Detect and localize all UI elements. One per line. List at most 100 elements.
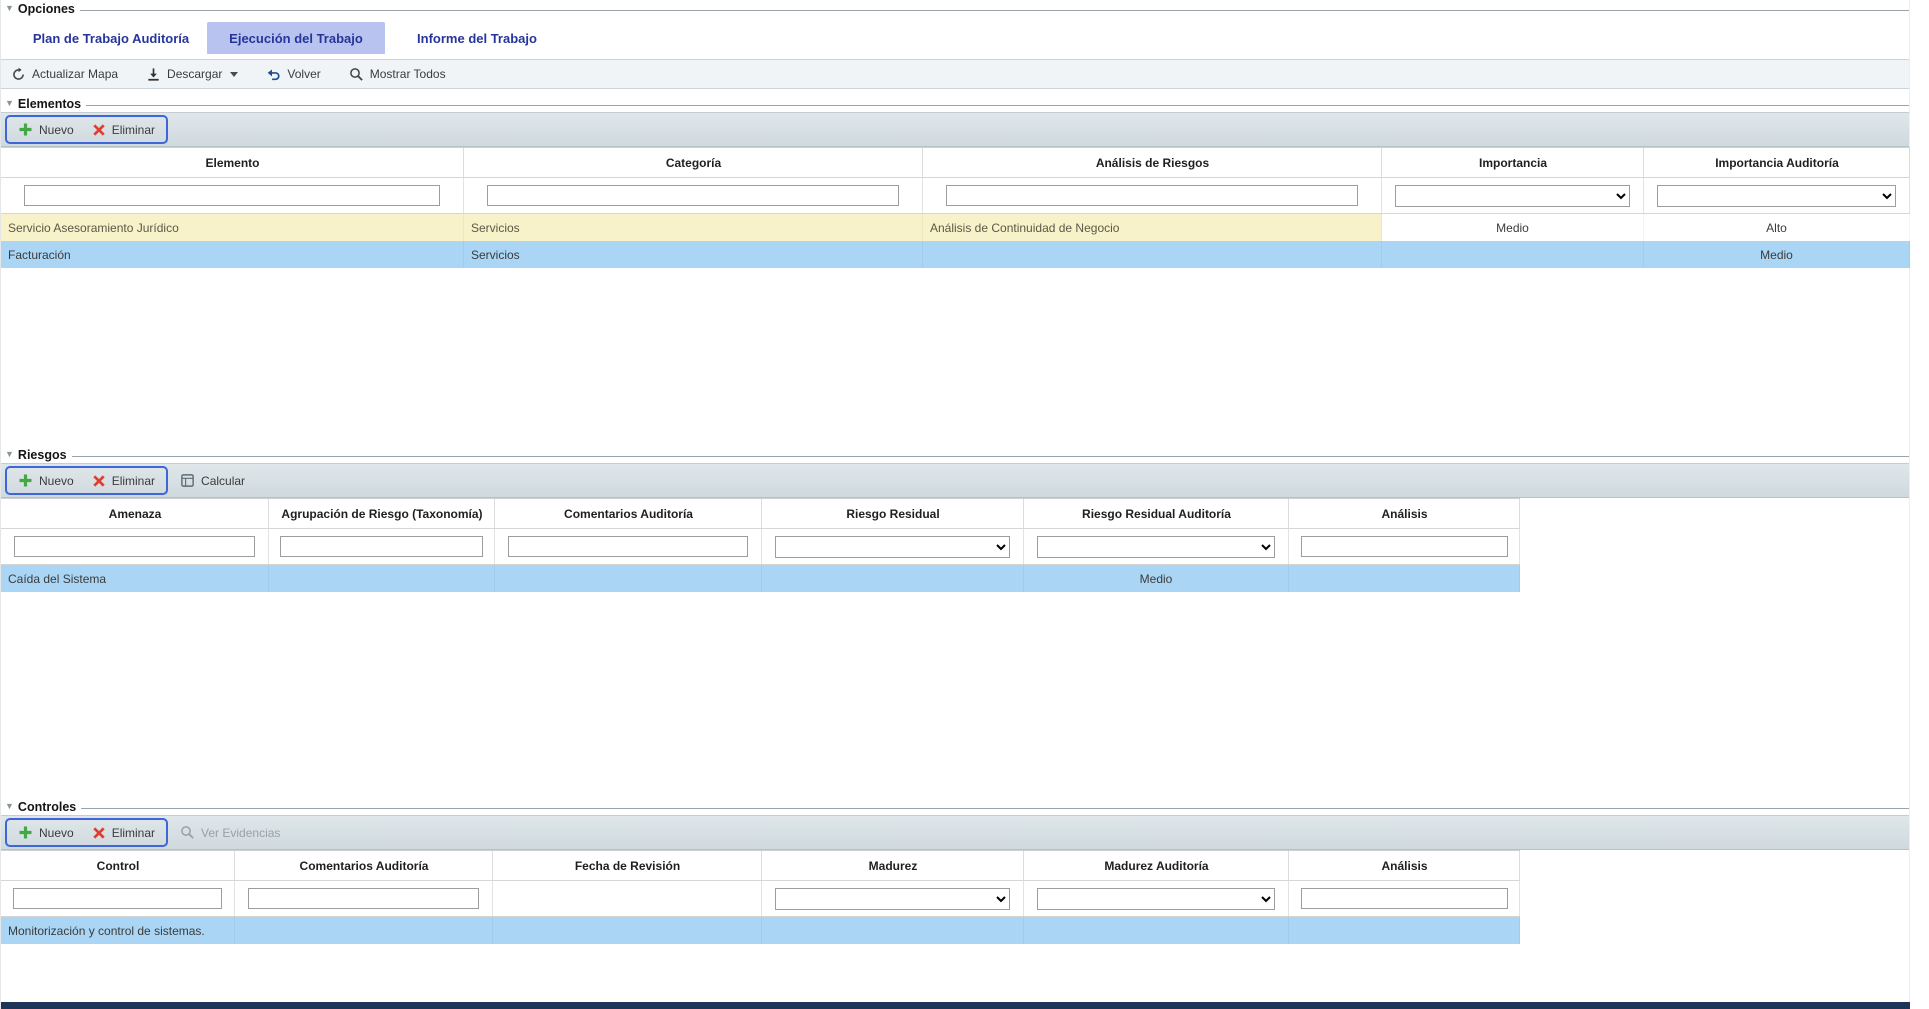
filter-amenaza-input[interactable]	[14, 536, 254, 557]
controles-section: ▼ Controles Nuevo Eliminar Ver Evidencia…	[1, 798, 1909, 986]
plus-icon	[18, 473, 33, 488]
actualizar-mapa-button[interactable]: Actualizar Mapa	[11, 67, 118, 82]
filter-importancia-select[interactable]	[1395, 185, 1630, 207]
column-header[interactable]: Análisis	[1289, 499, 1520, 528]
column-header[interactable]: Comentarios Auditoría	[235, 851, 493, 880]
filter-analisis-input[interactable]	[1301, 888, 1508, 909]
column-header[interactable]: Fecha de Revisión	[493, 851, 762, 880]
mostrar-todos-button[interactable]: Mostrar Todos	[349, 67, 446, 82]
riesgos-divider	[72, 456, 1909, 457]
cell-categoria[interactable]: Servicios	[464, 241, 923, 268]
elementos-table-header: Elemento Categoría Análisis de Riesgos I…	[1, 147, 1910, 178]
riesgos-section: ▼ Riesgos Nuevo Eliminar Calcular Ame	[1, 446, 1909, 798]
cell-madurez[interactable]	[762, 917, 1024, 944]
elementos-collapse-icon[interactable]: ▼	[5, 99, 14, 108]
cell-comentarios[interactable]	[235, 917, 493, 944]
cell-analisis-riesgos[interactable]: Análisis de Continuidad de Negocio	[923, 214, 1382, 241]
filter-analisis-riesgos-input[interactable]	[946, 185, 1358, 206]
filter-comentarios-auditoria-input[interactable]	[248, 888, 479, 909]
filter-agrupacion-input[interactable]	[280, 536, 483, 557]
filter-elemento-input[interactable]	[24, 185, 440, 206]
column-header[interactable]: Amenaza	[1, 499, 269, 528]
cell-elemento[interactable]: Facturación	[1, 241, 464, 268]
descargar-button[interactable]: Descargar	[146, 67, 238, 82]
column-header[interactable]: Madurez	[762, 851, 1024, 880]
cell-importancia[interactable]	[1382, 241, 1644, 268]
controles-table-row[interactable]: Monitorización y control de sistemas.	[1, 917, 1520, 944]
column-header[interactable]: Categoría	[464, 148, 923, 177]
filter-madurez-auditoria-select[interactable]	[1037, 888, 1275, 910]
controles-action-group: Nuevo Eliminar	[5, 818, 168, 847]
cell-madurez-auditoria[interactable]	[1024, 917, 1289, 944]
controles-collapse-icon[interactable]: ▼	[5, 802, 14, 811]
undo-icon	[266, 67, 281, 82]
tab-informe-del-trabajo[interactable]: Informe del Trabajo	[388, 22, 566, 54]
opciones-collapse-icon[interactable]: ▼	[5, 4, 14, 13]
riesgos-table-row[interactable]: Caída del Sistema Medio	[1, 565, 1520, 592]
calcular-label: Calcular	[201, 474, 245, 488]
controles-empty-area	[1, 944, 1909, 986]
main-toolbar: Actualizar Mapa Descargar Volver Mostrar…	[1, 59, 1909, 89]
cell-importancia-auditoria[interactable]: Alto	[1644, 214, 1910, 241]
cell-control[interactable]: Monitorización y control de sistemas.	[1, 917, 235, 944]
filter-importancia-auditoria-select[interactable]	[1657, 185, 1896, 207]
filter-madurez-select[interactable]	[775, 888, 1010, 910]
riesgos-collapse-icon[interactable]: ▼	[5, 450, 14, 459]
elementos-eliminar-button[interactable]: Eliminar	[92, 123, 155, 137]
tab-plan-de-trabajo-auditoria[interactable]: Plan de Trabajo Auditoría	[18, 22, 204, 54]
controles-table-header: Control Comentarios Auditoría Fecha de R…	[1, 850, 1520, 881]
column-header[interactable]: Riesgo Residual Auditoría	[1024, 499, 1289, 528]
filter-riesgo-residual-auditoria-select[interactable]	[1037, 536, 1275, 558]
riesgos-empty-area	[1, 592, 1909, 798]
descargar-dropdown-caret-icon[interactable]	[230, 72, 238, 77]
cell-riesgo-residual[interactable]	[762, 565, 1024, 592]
controles-divider	[81, 808, 1909, 809]
cell-comentarios[interactable]	[495, 565, 762, 592]
cell-analisis[interactable]	[1289, 917, 1520, 944]
column-header[interactable]: Análisis	[1289, 851, 1520, 880]
cell-analisis[interactable]	[1289, 565, 1520, 592]
column-header[interactable]: Comentarios Auditoría	[495, 499, 762, 528]
filter-categoria-input[interactable]	[487, 185, 899, 206]
cell-importancia[interactable]: Medio	[1382, 214, 1644, 241]
volver-button[interactable]: Volver	[266, 67, 320, 82]
column-header[interactable]: Análisis de Riesgos	[923, 148, 1382, 177]
elementos-filter-row	[1, 178, 1910, 214]
controles-nuevo-button[interactable]: Nuevo	[18, 825, 74, 840]
ver-evidencias-button[interactable]: Ver Evidencias	[180, 825, 280, 840]
tab-ejecucion-del-trabajo[interactable]: Ejecución del Trabajo	[207, 22, 385, 54]
elementos-table-row[interactable]: Servicio Asesoramiento Jurídico Servicio…	[1, 214, 1910, 241]
filter-fecha-revision-empty	[493, 881, 762, 916]
cell-riesgo-residual-auditoria[interactable]: Medio	[1024, 565, 1289, 592]
cell-fecha-revision[interactable]	[493, 917, 762, 944]
column-header[interactable]: Madurez Auditoría	[1024, 851, 1289, 880]
column-header[interactable]: Elemento	[1, 148, 464, 177]
controles-eliminar-label: Eliminar	[112, 826, 155, 840]
cell-categoria[interactable]: Servicios	[464, 214, 923, 241]
filter-comentarios-auditoria-input[interactable]	[508, 536, 747, 557]
riesgos-toolbar: Nuevo Eliminar Calcular	[1, 463, 1909, 498]
controles-eliminar-button[interactable]: Eliminar	[92, 826, 155, 840]
riesgos-filter-row	[1, 529, 1520, 565]
cell-agrupacion[interactable]	[269, 565, 495, 592]
elementos-nuevo-button[interactable]: Nuevo	[18, 122, 74, 137]
filter-riesgo-residual-select[interactable]	[775, 536, 1010, 558]
cell-elemento[interactable]: Servicio Asesoramiento Jurídico	[1, 214, 464, 241]
cell-analisis-riesgos[interactable]	[923, 241, 1382, 268]
elementos-table-row[interactable]: Facturación Servicios Medio	[1, 241, 1910, 268]
riesgos-eliminar-button[interactable]: Eliminar	[92, 474, 155, 488]
column-header[interactable]: Importancia Auditoría	[1644, 148, 1910, 177]
elementos-eliminar-label: Eliminar	[112, 123, 155, 137]
filter-analisis-input[interactable]	[1301, 536, 1508, 557]
cell-importancia-auditoria[interactable]: Medio	[1644, 241, 1910, 268]
column-header[interactable]: Control	[1, 851, 235, 880]
calcular-button[interactable]: Calcular	[180, 473, 245, 488]
elementos-title: Elementos	[18, 97, 81, 111]
cell-amenaza[interactable]: Caída del Sistema	[1, 565, 269, 592]
column-header[interactable]: Importancia	[1382, 148, 1644, 177]
riesgos-nuevo-button[interactable]: Nuevo	[18, 473, 74, 488]
column-header[interactable]: Riesgo Residual	[762, 499, 1024, 528]
app-window: ▼ Opciones Plan de Trabajo Auditoría Eje…	[0, 0, 1910, 1009]
filter-control-input[interactable]	[13, 888, 223, 909]
column-header[interactable]: Agrupación de Riesgo (Taxonomía)	[269, 499, 495, 528]
